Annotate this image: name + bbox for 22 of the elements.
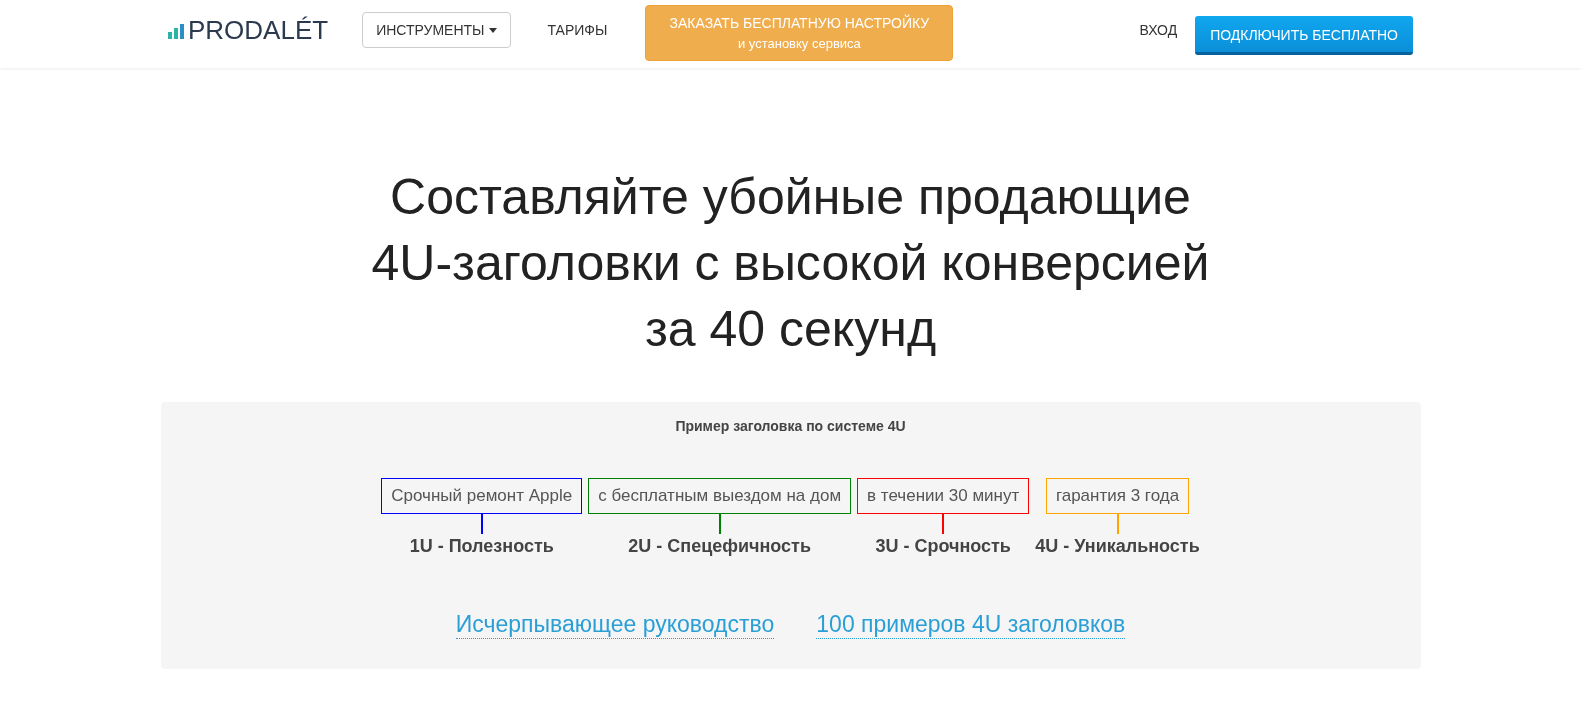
headline-part: с бесплатным выездом на дом bbox=[588, 478, 852, 514]
part-label: 4U - Уникальность bbox=[1035, 536, 1200, 557]
connector-line bbox=[1116, 514, 1119, 534]
tools-dropdown[interactable]: ИНСТРУМЕНТЫ bbox=[362, 12, 511, 48]
bars-logo-icon bbox=[168, 21, 186, 39]
hero-title-line: 4U-заголовки с высокой конверсией bbox=[371, 234, 1210, 293]
connector-line bbox=[480, 514, 483, 534]
connector-line bbox=[718, 514, 721, 534]
hero-title-line: Составляйте убойные продающие bbox=[390, 168, 1191, 227]
headline-part: гарантия 3 года bbox=[1045, 478, 1190, 514]
part-label: 1U - Полезность bbox=[409, 536, 554, 557]
headline-part: в течении 30 минут bbox=[857, 478, 1030, 514]
login-link[interactable]: ВХОД bbox=[1139, 22, 1178, 38]
hero-title-line: за 40 секунд bbox=[644, 300, 937, 359]
logo-text[interactable]: PRODALÉT bbox=[188, 14, 329, 46]
part-label: 2U - Спецефичность bbox=[628, 536, 811, 557]
caret-icon bbox=[488, 27, 497, 33]
part-label: 3U - Срочность bbox=[875, 536, 1011, 557]
headline-part: Срочный ремонт Apple bbox=[381, 478, 583, 514]
connector-line bbox=[942, 514, 945, 534]
tariffs-link[interactable]: ТАРИФЫ bbox=[547, 22, 608, 38]
example-caption: Пример заголовка по системе 4U bbox=[675, 418, 906, 434]
